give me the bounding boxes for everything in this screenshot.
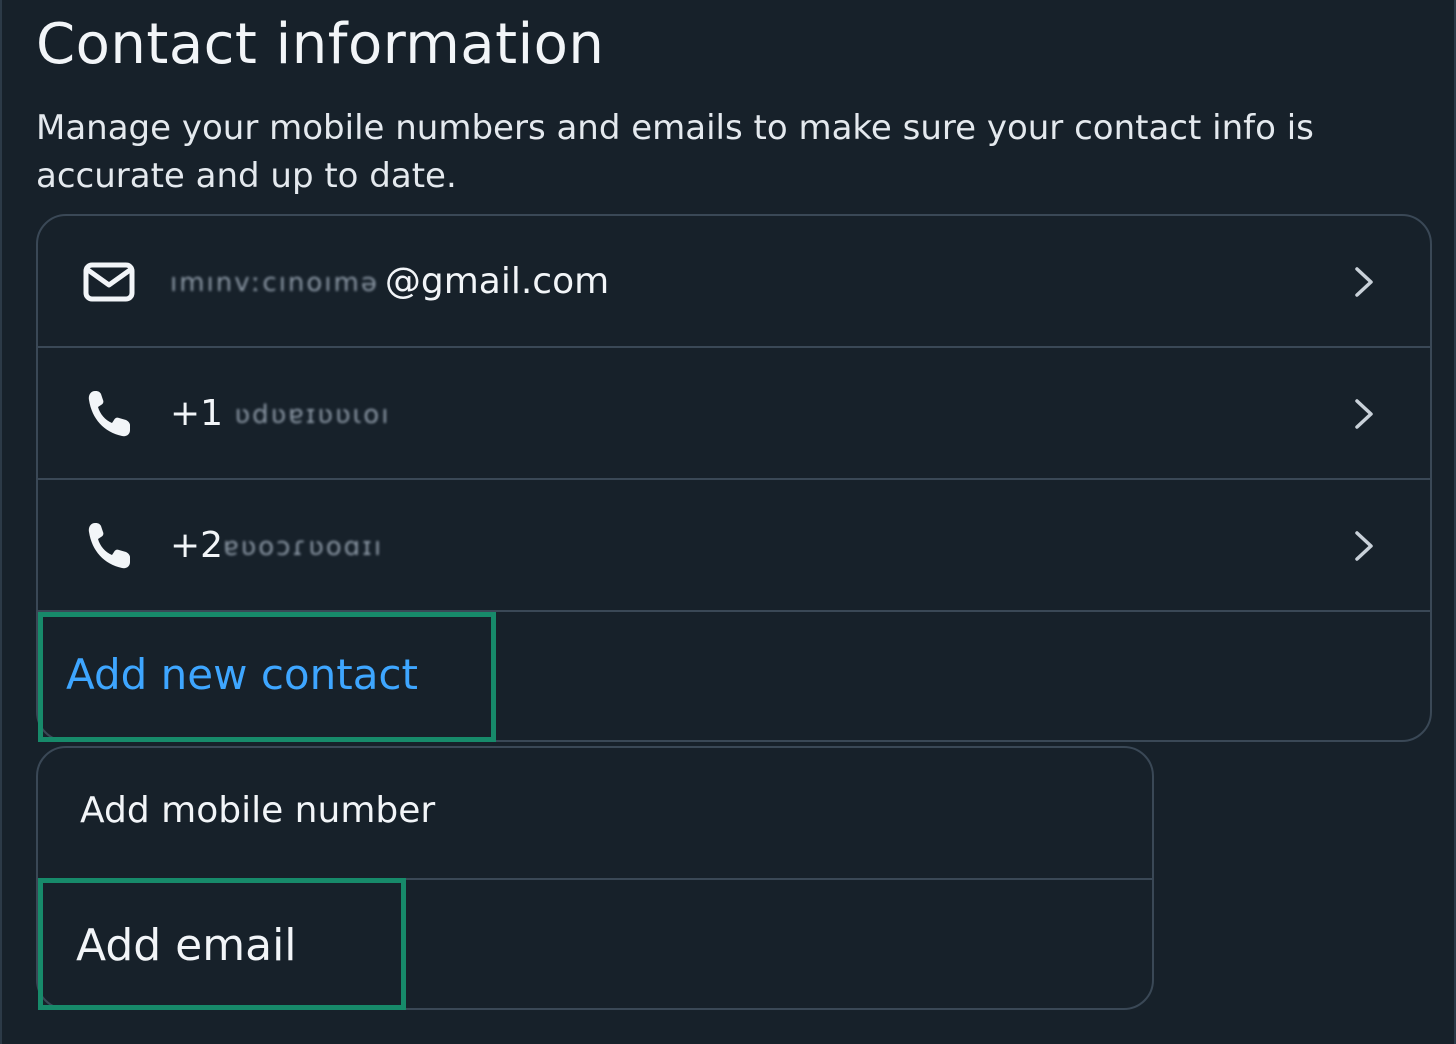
left-edge-divider	[0, 0, 2, 1044]
add-email-option[interactable]: Add email	[38, 880, 1152, 1008]
contact-row-email[interactable]: ımınvːcınoımə @gmail.com	[38, 216, 1430, 348]
page-title: Contact information	[36, 12, 605, 77]
contact-row-phone-1[interactable]: +1 ʋdʋɐɪʋʋɩoı	[38, 348, 1430, 480]
add-mobile-number-label: Add mobile number	[80, 790, 436, 831]
redacted-phone-number: ɐʋoɔɾʋoɑɪı	[223, 532, 384, 562]
contact-email-value: ımınvːcınoımə @gmail.com	[170, 258, 609, 307]
envelope-icon	[82, 260, 136, 304]
phone-icon	[82, 523, 136, 569]
chevron-right-icon	[1344, 394, 1384, 434]
redacted-phone-number: ʋdʋɐɪʋʋɩoı	[234, 400, 391, 430]
add-new-contact-link[interactable]: Add new contact	[66, 650, 418, 699]
add-new-contact-row: Add new contact	[38, 614, 1430, 740]
contact-list-card: ımınvːcınoımə @gmail.com +1 ʋdʋɐɪʋʋɩoı +…	[36, 214, 1432, 742]
chevron-right-icon	[1344, 262, 1384, 302]
phone-country-code: +2	[170, 525, 224, 566]
redacted-email-prefix: ımınvːcınoımə	[170, 268, 379, 298]
add-mobile-number-option[interactable]: Add mobile number	[38, 748, 1152, 880]
phone-icon	[82, 391, 136, 437]
phone-country-code: +1	[170, 393, 224, 434]
email-domain: @gmail.com	[384, 261, 610, 302]
page-subtitle: Manage your mobile numbers and emails to…	[36, 108, 1314, 196]
add-contact-menu: Add mobile number Add email	[36, 746, 1154, 1010]
contact-phone-value: +1 ʋdʋɐɪʋʋɩoı	[170, 390, 396, 439]
add-email-label: Add email	[76, 920, 297, 971]
contact-row-phone-2[interactable]: +2ɐʋoɔɾʋoɑɪı	[38, 480, 1430, 612]
chevron-right-icon	[1344, 526, 1384, 566]
contact-phone-value: +2ɐʋoɔɾʋoɑɪı	[170, 522, 389, 571]
